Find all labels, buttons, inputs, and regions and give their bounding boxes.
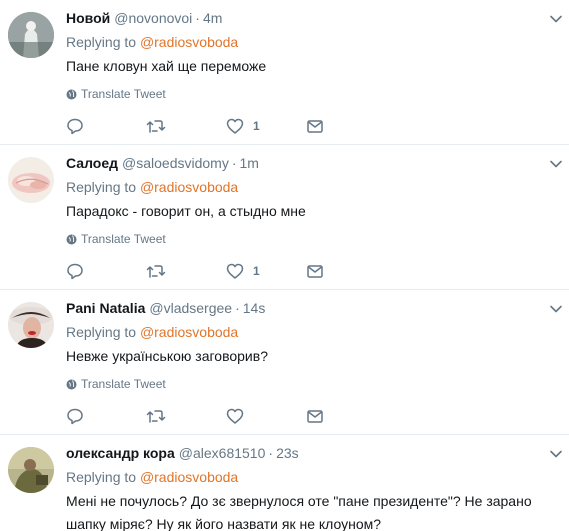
tweet[interactable]: олександр кора @alex681510 · 23s Replying t… <box>0 435 569 531</box>
direct-message-button[interactable] <box>306 406 324 426</box>
avatar-image <box>8 302 54 348</box>
direct-message-button[interactable] <box>306 116 324 136</box>
envelope-icon <box>307 120 323 133</box>
envelope-icon <box>307 265 323 278</box>
tweet-actions: 1 <box>66 116 366 136</box>
chevron-down-icon[interactable] <box>549 447 563 461</box>
globe-icon <box>66 234 77 244</box>
heart-icon <box>226 408 244 424</box>
retweet-button[interactable] <box>146 261 166 281</box>
tweet-header: Новой @novonovoi · 4m <box>66 8 222 28</box>
avatar-image <box>8 12 54 58</box>
like-button[interactable]: 1 <box>226 116 260 136</box>
reply-button[interactable] <box>66 116 84 136</box>
globe-icon <box>66 89 77 99</box>
mention-link[interactable]: @radiosvoboda <box>140 469 238 485</box>
tweet-header: Салоед @saloedsvidomy · 1m <box>66 153 259 173</box>
tweet-text: Мені не почулось? До зє звернулося оте "… <box>66 490 549 531</box>
separator-dot: · <box>268 445 274 461</box>
direct-message-button[interactable] <box>306 261 324 281</box>
avatar[interactable] <box>8 157 54 203</box>
reply-icon <box>67 408 83 425</box>
like-count: 1 <box>253 264 260 278</box>
globe-icon <box>66 379 77 389</box>
timestamp[interactable]: 1m <box>240 155 259 171</box>
replying-to-label: Replying to <box>66 179 137 195</box>
avatar[interactable] <box>8 302 54 348</box>
tweet-text: Парадокс - говорит он, а стыдно мне <box>66 203 306 219</box>
chevron-down-icon[interactable] <box>549 12 563 26</box>
translate-label: Translate Tweet <box>81 232 166 246</box>
tweet[interactable]: Салоед @saloedsvidomy · 1m Replying to @rad… <box>0 145 569 290</box>
avatar[interactable] <box>8 447 54 493</box>
tweet[interactable]: Pani Natalia @vladsergee · 14s Replying to … <box>0 290 569 435</box>
tweet-text-line: Мені не почулось? До зє звернулося оте "… <box>66 493 532 509</box>
tweet-actions: 1 <box>66 261 366 281</box>
separator-dot: · <box>195 10 200 26</box>
retweet-button[interactable] <box>146 406 166 426</box>
like-count: 1 <box>253 119 260 133</box>
user-handle[interactable]: @saloedsvidomy <box>122 155 229 171</box>
retweet-icon <box>146 265 166 278</box>
chevron-down-icon[interactable] <box>549 302 563 316</box>
user-fullname[interactable]: Салоед <box>66 155 118 171</box>
tweet-text-line: шапку міряє? Ну як його назвати як не кл… <box>66 516 382 531</box>
user-handle[interactable]: @alex681510 <box>179 445 266 461</box>
translate-tweet-link[interactable]: Translate Tweet <box>66 376 166 392</box>
retweet-icon <box>146 410 166 423</box>
like-button[interactable]: 1 <box>226 261 260 281</box>
mention-link[interactable]: @radiosvoboda <box>140 34 238 50</box>
reply-button[interactable] <box>66 261 84 281</box>
replying-to-label: Replying to <box>66 324 137 340</box>
avatar-image <box>8 447 54 493</box>
replying-to: Replying to @radiosvoboda <box>66 32 238 52</box>
user-fullname[interactable]: Pani Natalia <box>66 300 145 316</box>
tweet-text: Пане кловун хай ще переможе <box>66 58 267 74</box>
tweet-actions <box>66 406 366 426</box>
replying-to: Replying to @radiosvoboda <box>66 467 238 487</box>
tweet[interactable]: Новой @novonovoi · 4m Replying to @radiosvo… <box>0 0 569 145</box>
replying-to: Replying to @radiosvoboda <box>66 322 238 342</box>
tweet-header: Pani Natalia @vladsergee · 14s <box>66 298 265 318</box>
user-handle[interactable]: @vladsergee <box>149 300 232 316</box>
translate-tweet-link[interactable]: Translate Tweet <box>66 231 166 247</box>
timestamp[interactable]: 23s <box>276 445 299 461</box>
translate-label: Translate Tweet <box>81 87 166 101</box>
separator-dot: · <box>231 155 237 171</box>
heart-icon <box>226 263 244 279</box>
mention-link[interactable]: @radiosvoboda <box>140 179 238 195</box>
separator-dot: · <box>235 300 240 316</box>
avatar[interactable] <box>8 12 54 58</box>
reply-icon <box>67 263 83 280</box>
user-handle[interactable]: @novonovoi <box>114 10 192 26</box>
chevron-down-icon[interactable] <box>549 157 563 171</box>
like-button[interactable] <box>226 406 253 426</box>
replying-to-label: Replying to <box>66 469 137 485</box>
timestamp[interactable]: 14s <box>243 300 266 316</box>
tweet-header: олександр кора @alex681510 · 23s <box>66 443 299 463</box>
retweet-button[interactable] <box>146 116 166 136</box>
avatar-image <box>8 157 54 203</box>
translate-label: Translate Tweet <box>81 377 166 391</box>
user-fullname[interactable]: Новой <box>66 10 110 26</box>
timestamp[interactable]: 4m <box>203 10 222 26</box>
reply-icon <box>67 118 83 135</box>
heart-icon <box>226 118 244 134</box>
mention-link[interactable]: @radiosvoboda <box>140 324 238 340</box>
retweet-icon <box>146 120 166 133</box>
tweet-text: Невже українською заговорив? <box>66 348 268 364</box>
envelope-icon <box>307 410 323 423</box>
replying-to: Replying to @radiosvoboda <box>66 177 238 197</box>
user-fullname[interactable]: олександр кора <box>66 445 175 461</box>
translate-tweet-link[interactable]: Translate Tweet <box>66 86 166 102</box>
replying-to-label: Replying to <box>66 34 137 50</box>
reply-button[interactable] <box>66 406 84 426</box>
